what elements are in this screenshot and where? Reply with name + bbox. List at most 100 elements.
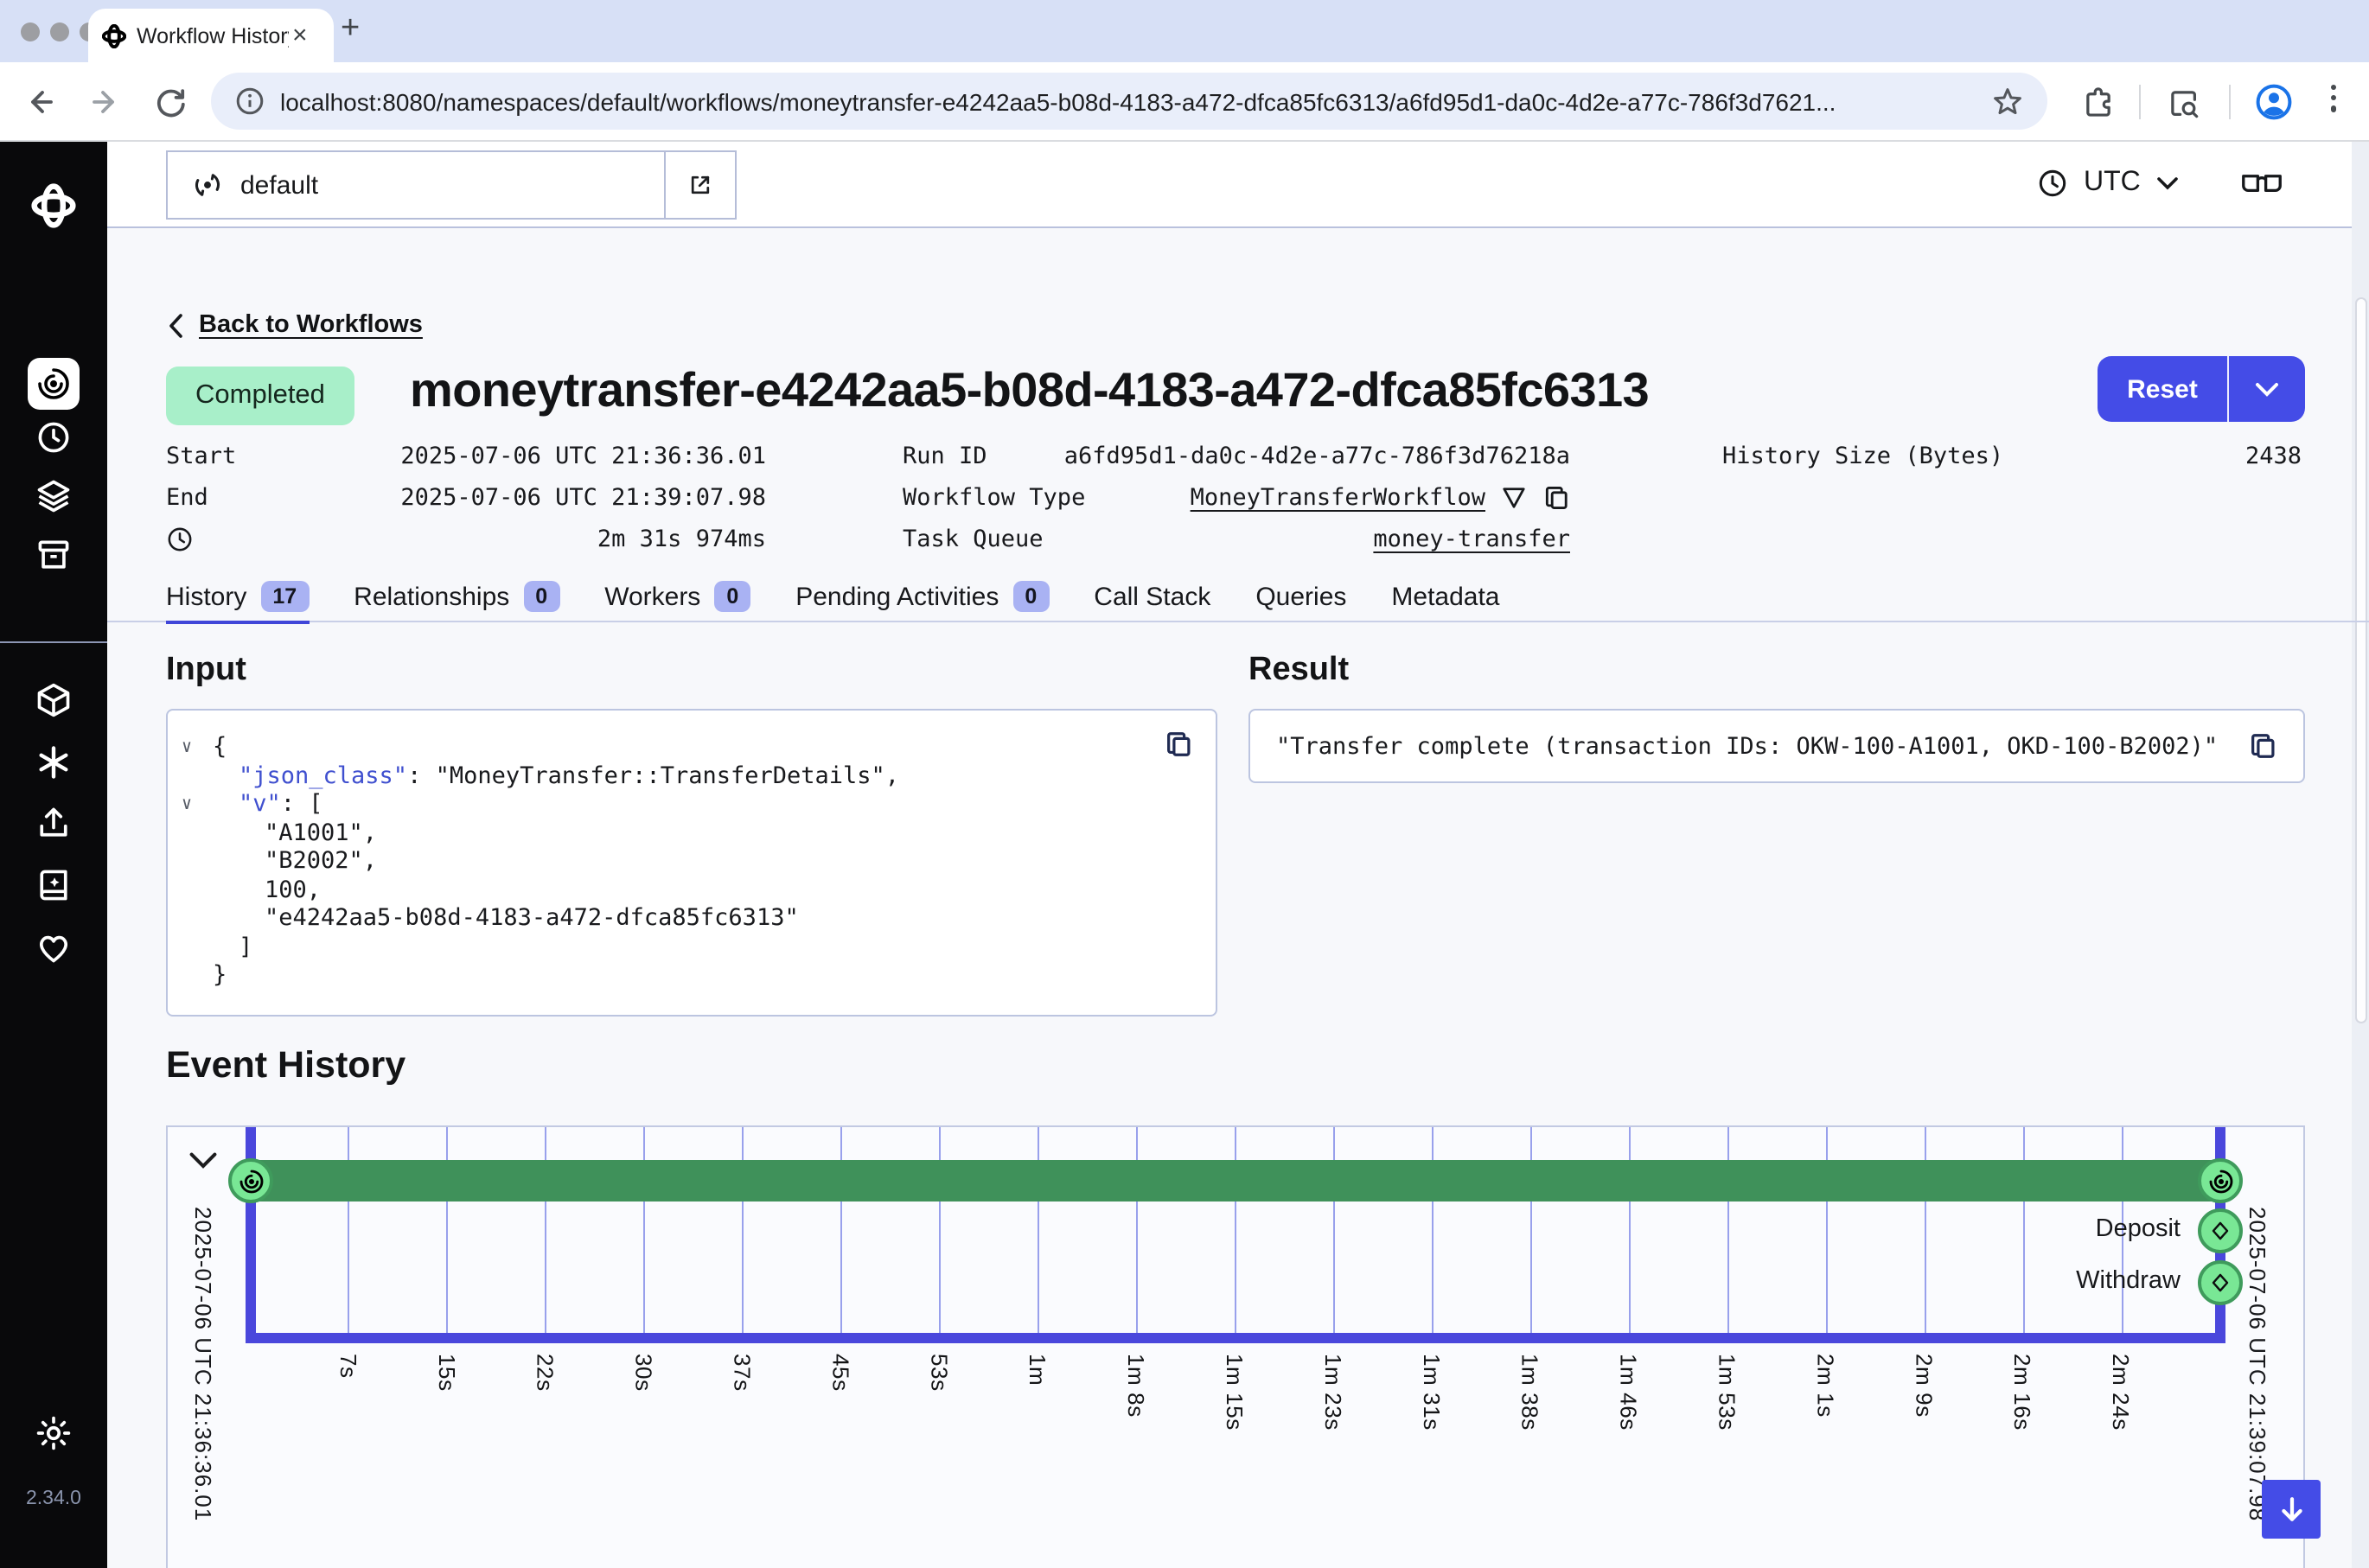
forward-icon[interactable] [90,86,121,118]
window-controls [21,22,99,41]
new-tab-button[interactable]: + [341,10,360,48]
back-icon[interactable] [24,86,55,118]
timeline-expand-chevron-icon[interactable] [188,1151,218,1170]
browser-menu-icon[interactable] [2331,85,2336,112]
timeline-axis [246,1333,2225,1343]
tick-label: 22s [533,1354,559,1392]
tab-label: Queries [1255,582,1346,611]
namespace-open-button[interactable] [664,152,735,218]
gridline [743,1127,744,1333]
tick-label: 53s [926,1354,952,1392]
meta-task-queue-row: Task Queue money-transfer [903,519,1570,560]
namespace-selector[interactable]: default [166,150,737,220]
browser-tab[interactable]: Workflow History | moneytran × [88,9,334,62]
toolbar-divider [2139,85,2141,119]
page-scrollbar[interactable] [2352,142,2369,1568]
profile-avatar-icon[interactable] [2255,83,2293,121]
window-close-button[interactable] [21,22,40,41]
sidebar-item-deployments[interactable] [0,477,107,515]
task-queue-link[interactable]: money-transfer [1373,526,1570,553]
reset-menu-button[interactable] [2229,356,2305,422]
collapse-chevron-icon[interactable]: ∨ [182,735,192,763]
sidebar-item-workflows[interactable] [0,358,107,410]
gridline [1235,1127,1236,1333]
tick-label: 1m 8s [1123,1354,1149,1418]
temporal-logo-icon[interactable] [0,183,107,228]
reset-button[interactable]: Reset [2098,356,2227,422]
tick-label: 45s [827,1354,853,1392]
withdraw-label: Withdraw [2076,1267,2181,1295]
sidebar-item-namespaces[interactable] [0,681,107,719]
meta-duration-row: 2m 31s 974ms [166,519,766,560]
filter-funnel-icon[interactable] [1501,486,1527,510]
theme-toggle-sun-icon[interactable] [0,1414,107,1452]
url-text[interactable]: localhost:8080/namespaces/default/workfl… [280,87,1992,115]
reset-split-button: Reset [2098,356,2305,422]
tick-label: 30s [631,1354,657,1392]
json-text: "B2002", [265,847,377,875]
deposit-label: Deposit [2096,1215,2181,1243]
tab-close-icon[interactable]: × [292,22,308,48]
result-box: "Transfer complete (transaction IDs: OKW… [1248,709,2305,783]
sidebar-item-import[interactable] [0,804,107,842]
sidebar-item-docs[interactable] [0,866,107,904]
workflow-end-marker[interactable] [2198,1158,2243,1203]
bookmark-star-icon[interactable] [1992,86,2023,117]
window-minimize-button[interactable] [50,22,69,41]
tick-label: 2m 1s [1812,1354,1838,1418]
reset-button-divider [2227,356,2229,422]
sidebar-item-feedback[interactable] [0,928,107,966]
sidebar-item-schedules[interactable] [0,418,107,456]
tab-relationships[interactable]: Relationships0 [354,576,559,621]
tab-call-stack[interactable]: Call Stack [1094,576,1210,621]
sidebar-item-archive[interactable] [0,536,107,574]
copy-icon[interactable] [2248,731,2277,761]
site-info-icon[interactable] [235,86,265,116]
tab-label: Call Stack [1094,582,1210,611]
workflow-span-bar[interactable] [251,1160,2220,1201]
meta-workflow-type-row: Workflow Type MoneyTransferWorkflow [903,477,1570,519]
workflow-start-marker[interactable] [228,1158,273,1203]
timezone-selector[interactable]: UTC [2037,142,2179,225]
json-line: ] [168,933,1216,961]
tab-pending-activities[interactable]: Pending Activities0 [795,576,1049,621]
scrollbar-thumb[interactable] [2355,297,2367,1023]
tab-history[interactable]: History17 [166,576,309,624]
scroll-to-bottom-button[interactable] [2262,1480,2321,1539]
json-text: ] [239,933,252,960]
tab-queries[interactable]: Queries [1255,576,1346,621]
meta-label: Task Queue [903,526,1044,553]
workflow-type-link[interactable]: MoneyTransferWorkflow [1191,484,1485,512]
workflow-title: moneytransfer-e4242aa5-b08d-4183-a472-df… [410,363,1649,418]
gridline [2022,1127,2024,1333]
copy-icon[interactable] [1542,484,1570,512]
json-line: 100, [168,876,1216,904]
gridline [447,1127,449,1333]
copy-icon[interactable] [1164,730,1193,759]
gridline [1727,1127,1729,1333]
deposit-marker[interactable] [2198,1208,2243,1253]
back-to-workflows-link[interactable]: Back to Workflows [168,311,423,339]
tab-label: Workers [604,582,700,611]
sidebar: 2.34.0 [0,142,107,1568]
withdraw-marker[interactable] [2198,1260,2243,1305]
tab-metadata[interactable]: Metadata [1391,576,1499,621]
sidebar-item-nexus[interactable] [0,743,107,781]
namespace-current[interactable]: default [168,152,664,218]
collapse-chevron-icon[interactable]: ∨ [182,792,192,820]
tick-label: 1m 38s [1517,1354,1543,1431]
tick-label: 2m 9s [1911,1354,1937,1418]
sidebar-divider [0,641,107,643]
tab-workers[interactable]: Workers0 [604,576,750,621]
extensions-icon[interactable] [2082,86,2115,119]
input-json-viewer: ∨{"json_class": "MoneyTransfer::Transfer… [168,733,1216,990]
json-line: "A1001", [168,819,1216,847]
version-label: 2.34.0 [0,1488,107,1509]
json-line: "B2002", [168,847,1216,876]
browser-toolbar: localhost:8080/namespaces/default/workfl… [0,62,2369,142]
address-bar[interactable]: localhost:8080/namespaces/default/workfl… [211,73,2047,130]
labs-mode-toggle[interactable] [2241,142,2283,225]
tab-search-icon[interactable] [2167,86,2201,121]
reload-icon[interactable] [156,86,187,118]
duration-clock-icon [166,526,194,553]
